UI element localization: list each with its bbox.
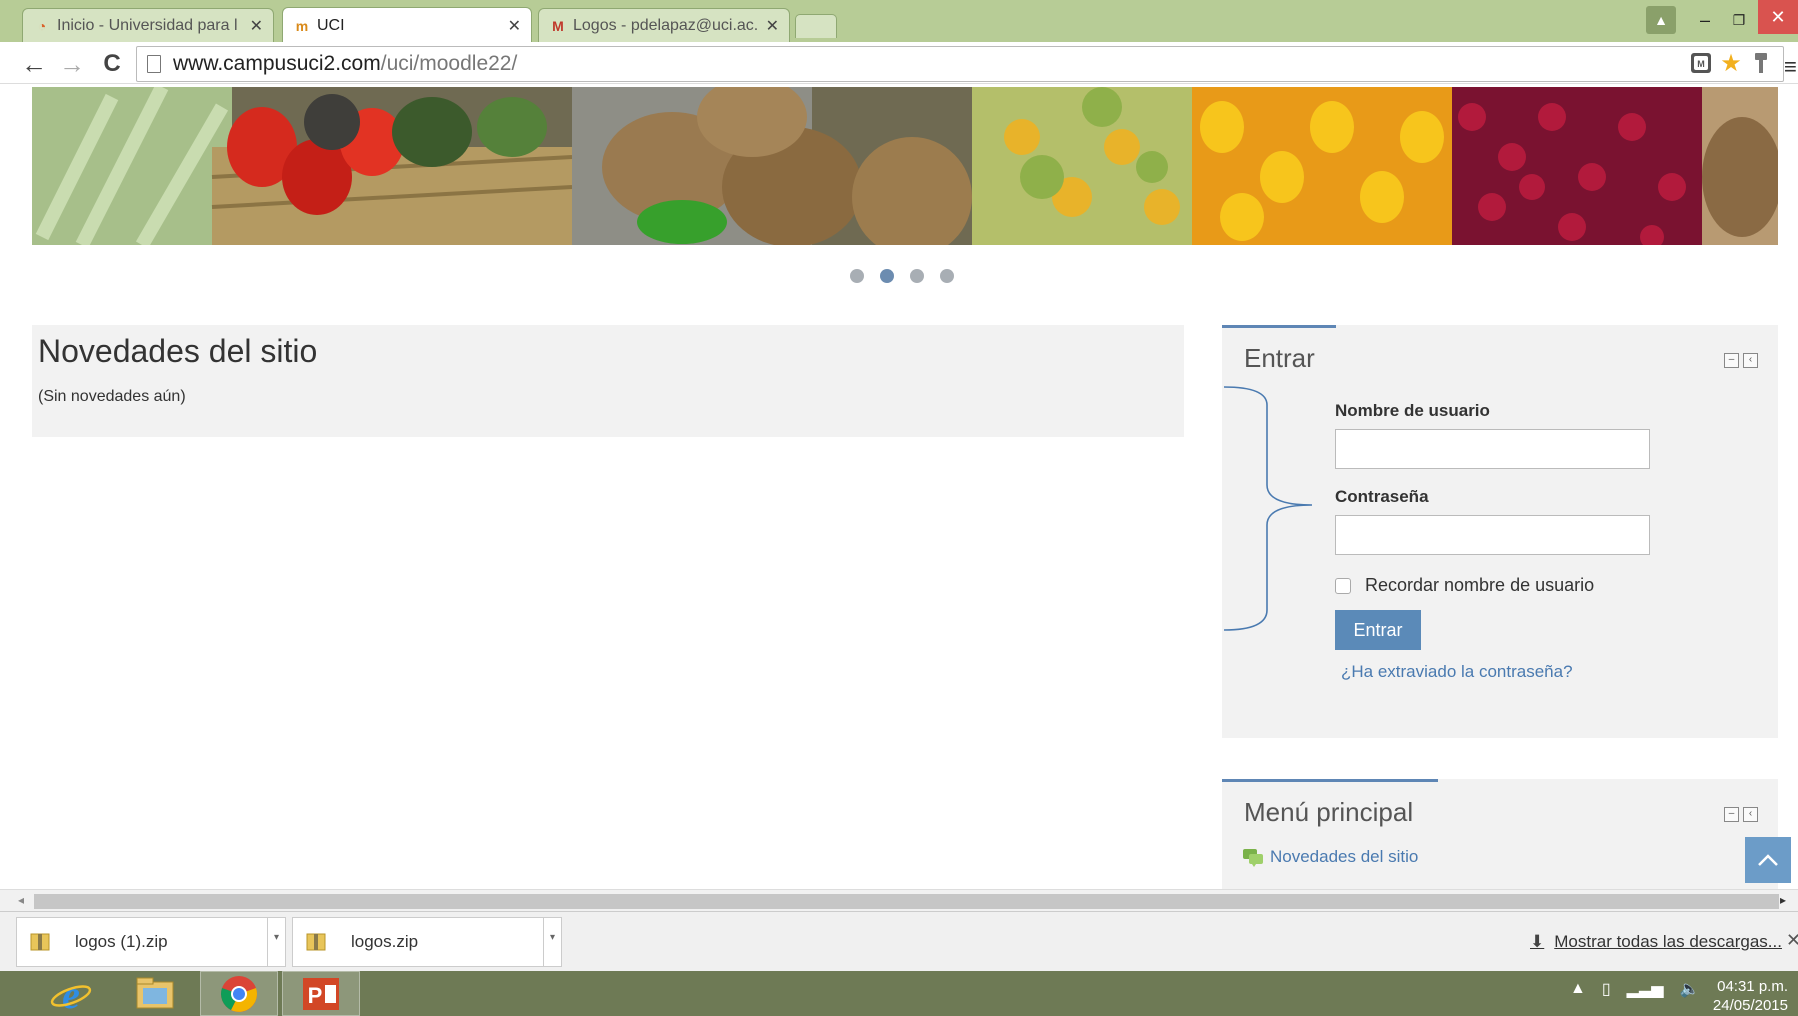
clock-time: 04:31 p.m.: [1717, 978, 1788, 995]
site-news-empty-text: (Sin novedades aún): [38, 388, 186, 405]
address-bar[interactable]: www.campusuci2.com/uci/moodle22/: [136, 46, 1784, 82]
site-news-title: Novedades del sitio: [38, 333, 318, 369]
download-filename: logos (1).zip: [75, 932, 168, 951]
restore-button[interactable]: ❐: [1724, 6, 1754, 34]
username-label: Nombre de usuario: [1335, 401, 1490, 420]
zip-file-icon: [30, 933, 50, 951]
moodle-favicon-icon: ◔: [37, 17, 47, 34]
login-block-title: Entrar: [1244, 343, 1315, 373]
download-shelf: logos (1).zip ▾ logos.zip ▾ ⬇ Mostrar to…: [0, 911, 1798, 971]
close-icon[interactable]: ✕: [1786, 930, 1798, 951]
svg-text:e: e: [62, 974, 80, 1014]
download-arrow-icon: ⬇: [1530, 932, 1545, 951]
volume-icon[interactable]: 🔈: [1680, 979, 1700, 999]
horizontal-scrollbar[interactable]: ◂ ▸: [0, 889, 1798, 911]
chrome-icon[interactable]: [200, 971, 278, 1016]
site-news-block: Novedades del sitio (Sin novedades aún): [32, 325, 1184, 437]
moodle-favicon-icon: m: [295, 17, 309, 34]
dock-icon[interactable]: ‹: [1743, 353, 1758, 368]
browser-menu-icon[interactable]: ≡: [1784, 54, 1797, 80]
slider-pagination: [850, 269, 954, 283]
internet-explorer-icon[interactable]: e: [32, 971, 110, 1016]
bracket-annotation-icon: [1223, 386, 1313, 631]
download-filename: logos.zip: [351, 932, 419, 951]
remember-username-label: Recordar nombre de usuario: [1365, 575, 1595, 595]
url-path: /uci/moodle22/: [380, 52, 518, 75]
tab-close-icon[interactable]: ✕: [766, 16, 779, 36]
signal-bars-icon[interactable]: ▂▃▅: [1627, 979, 1664, 999]
tab-close-icon[interactable]: ✕: [250, 16, 263, 36]
show-all-downloads-label: Mostrar todas las descargas...: [1554, 932, 1782, 951]
file-explorer-icon[interactable]: [116, 971, 194, 1016]
page-content: Novedades del sitio (Sin novedades aún) …: [0, 85, 1798, 890]
chevron-up-icon: [1758, 854, 1778, 866]
main-menu-title: Menú principal: [1244, 797, 1414, 827]
back-arrow-icon[interactable]: ←: [18, 48, 50, 80]
minimize-button[interactable]: –: [1690, 6, 1720, 34]
tab-close-icon[interactable]: ✕: [508, 16, 521, 36]
scroll-right-icon[interactable]: ▸: [1780, 893, 1786, 907]
main-menu-block: Menú principal – ‹ Novedades del sitio: [1222, 779, 1778, 890]
block-accent-bar: [1222, 325, 1336, 328]
login-submit-button[interactable]: Entrar: [1335, 610, 1421, 650]
reload-icon[interactable]: C: [96, 48, 128, 80]
zip-file-icon: [306, 933, 326, 951]
browser-titlebar: ◔ Inicio - Universidad para l ✕ m UCI ✕ …: [0, 0, 1798, 43]
slider-dot[interactable]: [910, 269, 924, 283]
svg-text:M: M: [1697, 59, 1705, 69]
window-close-button[interactable]: ✕: [1758, 0, 1798, 34]
system-tray: ▲ ▯ ▂▃▅ 🔈: [1570, 979, 1700, 999]
produce-banner-image: [32, 87, 1778, 245]
block-controls: – ‹: [1724, 353, 1758, 368]
slider-dot-active[interactable]: [880, 269, 894, 283]
powerpoint-icon[interactable]: P: [282, 971, 360, 1016]
browser-toolbar: ← → C www.campusuci2.com/uci/moodle22/ M…: [0, 42, 1798, 84]
block-accent-bar: [1222, 779, 1438, 782]
forward-arrow-icon[interactable]: →: [56, 48, 88, 80]
slider-dot[interactable]: [850, 269, 864, 283]
extension-icon[interactable]: M: [1688, 50, 1714, 76]
password-input[interactable]: [1335, 515, 1650, 555]
windows-taskbar: e P ▲ ▯ ▂▃▅ 🔈 04:31 p.m. 24/05/2015: [0, 971, 1798, 1016]
gmail-icon: M: [552, 17, 564, 34]
tab-inicio[interactable]: ◔ Inicio - Universidad para l ✕: [22, 8, 274, 42]
user-profile-icon[interactable]: ▲: [1646, 6, 1676, 34]
tab-label: Inicio - Universidad para l: [57, 16, 238, 34]
forgot-password-link[interactable]: ¿Ha extraviado la contraseña?: [1341, 662, 1573, 682]
url-host: www.campusuci2.com: [173, 52, 381, 75]
tab-label: Logos - pdelapaz@uci.ac.: [573, 16, 758, 34]
collapse-icon[interactable]: –: [1724, 807, 1739, 822]
tab-gmail[interactable]: M Logos - pdelapaz@uci.ac. ✕: [538, 8, 790, 42]
tray-expand-icon[interactable]: ▲: [1570, 980, 1586, 998]
forum-chat-icon: [1243, 849, 1263, 867]
collapse-icon[interactable]: –: [1724, 353, 1739, 368]
password-label: Contraseña: [1335, 487, 1429, 506]
username-input[interactable]: [1335, 429, 1650, 469]
taskbar-clock[interactable]: 04:31 p.m. 24/05/2015: [1704, 977, 1788, 1015]
new-tab-button[interactable]: [795, 14, 837, 38]
scroll-left-icon[interactable]: ◂: [18, 893, 24, 907]
login-block: Entrar – ‹ Nombre de usuario Contraseña …: [1222, 325, 1778, 738]
tab-uci[interactable]: m UCI ✕: [282, 7, 532, 43]
download-item[interactable]: logos.zip ▾: [292, 917, 562, 967]
remember-username-checkbox[interactable]: [1335, 578, 1351, 594]
show-all-downloads-link[interactable]: ⬇ Mostrar todas las descargas...: [1530, 932, 1782, 952]
tab-label: UCI: [317, 16, 345, 34]
chevron-down-icon[interactable]: ▾: [543, 918, 561, 966]
block-controls: – ‹: [1724, 807, 1758, 822]
clock-date: 24/05/2015: [1712, 997, 1788, 1014]
slider-dot[interactable]: [940, 269, 954, 283]
network-icon[interactable]: ▯: [1602, 979, 1611, 999]
back-to-top-button[interactable]: [1745, 837, 1791, 883]
main-menu-item-site-news[interactable]: Novedades del sitio: [1242, 847, 1418, 867]
svg-text:P: P: [308, 983, 323, 1008]
wrench-icon[interactable]: [1748, 50, 1774, 76]
dock-icon[interactable]: ‹: [1743, 807, 1758, 822]
scrollbar-thumb[interactable]: [34, 894, 1779, 909]
main-menu-item-label: Novedades del sitio: [1270, 847, 1419, 866]
download-item[interactable]: logos (1).zip ▾: [16, 917, 286, 967]
bookmark-star-icon[interactable]: ★: [1718, 50, 1744, 77]
page-icon: [147, 55, 161, 73]
chevron-down-icon[interactable]: ▾: [267, 918, 285, 966]
